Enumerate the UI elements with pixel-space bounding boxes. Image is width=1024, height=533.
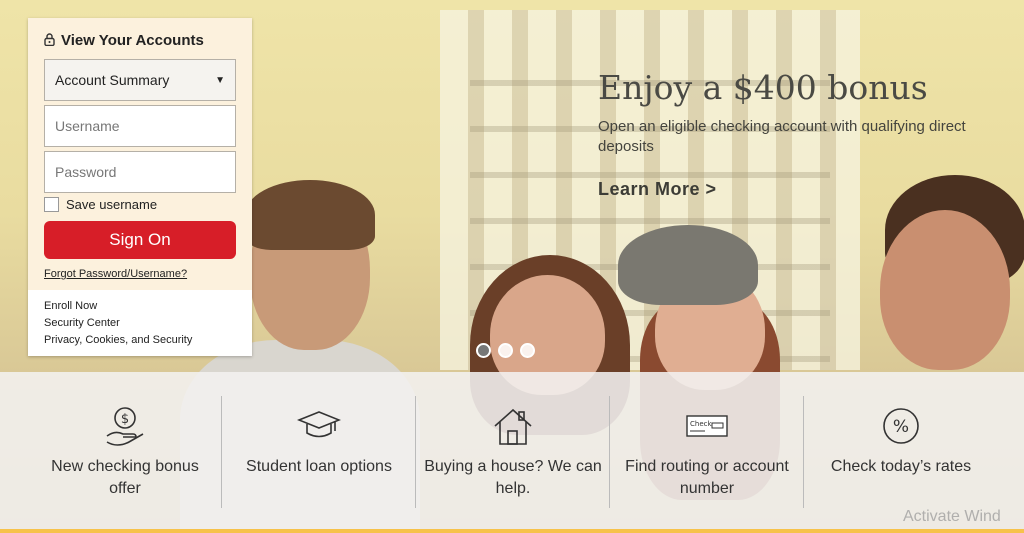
quicklink-rates[interactable]: % Check today’s rates xyxy=(804,372,998,530)
house-icon xyxy=(491,402,535,450)
lock-icon xyxy=(44,32,55,49)
password-input[interactable]: Password xyxy=(44,151,236,193)
quicklink-label: Find routing or account number xyxy=(625,458,789,497)
percent-icon: % xyxy=(881,402,921,450)
quicklink-student-loans[interactable]: Student loan options xyxy=(222,372,416,530)
quicklink-label: Buying a house? We can help. xyxy=(424,458,602,497)
promo-title: Enjoy a $400 bonus xyxy=(598,68,928,107)
account-type-value: Account Summary xyxy=(55,72,170,88)
carousel-dot-1[interactable] xyxy=(476,343,491,358)
check-icon: Check xyxy=(685,402,729,450)
carousel-dots xyxy=(476,343,535,358)
sign-on-heading-text: View Your Accounts xyxy=(61,32,204,49)
carousel-dot-3[interactable] xyxy=(520,343,535,358)
graduation-cap-icon xyxy=(297,402,341,450)
sign-on-links: Enroll Now Security Center Privacy, Cook… xyxy=(28,290,252,356)
svg-text:%: % xyxy=(893,417,909,437)
svg-text:Check: Check xyxy=(690,420,712,428)
sign-on-panel: View Your Accounts Account Summary ▼ Use… xyxy=(28,18,252,356)
save-username: Save username xyxy=(44,197,157,212)
forgot-password-link[interactable]: Forgot Password/Username? xyxy=(44,268,187,280)
username-placeholder: Username xyxy=(55,118,120,134)
learn-more-link[interactable]: Learn More > xyxy=(598,179,998,200)
quicklink-routing-number[interactable]: Check Find routing or account number xyxy=(610,372,804,530)
quicklink-label: Check today’s rates xyxy=(830,458,972,475)
security-center-link[interactable]: Security Center xyxy=(44,315,252,332)
password-placeholder: Password xyxy=(55,164,117,180)
money-hand-icon: $ xyxy=(103,402,147,450)
sign-on-heading: View Your Accounts xyxy=(28,18,252,49)
sign-on-button[interactable]: Sign On xyxy=(44,221,236,259)
activate-windows-watermark: Activate Wind xyxy=(903,508,1001,525)
privacy-link[interactable]: Privacy, Cookies, and Security xyxy=(44,332,252,349)
save-username-label: Save username xyxy=(66,197,158,212)
quicklink-label: New checking bonus offer xyxy=(51,458,199,497)
carousel-dot-2[interactable] xyxy=(498,343,513,358)
promo: Enjoy a $400 bonus Open an eligible chec… xyxy=(598,68,998,200)
person-1-hair xyxy=(245,180,375,250)
save-username-checkbox[interactable] xyxy=(44,197,59,212)
username-input[interactable]: Username xyxy=(44,105,236,147)
dropdown-arrow-icon: ▼ xyxy=(215,74,225,86)
promo-subtitle: Open an eligible checking account with q… xyxy=(598,118,966,155)
account-type-select[interactable]: Account Summary ▼ xyxy=(44,59,236,101)
quick-links-bar: $ New checking bonus offer Student loan … xyxy=(0,372,1024,530)
quicklink-buying-house[interactable]: Buying a house? We can help. xyxy=(416,372,610,530)
quicklink-label: Student loan options xyxy=(246,458,392,475)
enroll-now-link[interactable]: Enroll Now xyxy=(44,298,252,315)
person-4-face xyxy=(880,210,1010,370)
quicklink-checking-bonus[interactable]: $ New checking bonus offer xyxy=(28,372,222,530)
svg-text:$: $ xyxy=(121,412,129,427)
bottom-accent-line xyxy=(0,529,1024,533)
person-3-beanie xyxy=(618,225,758,305)
